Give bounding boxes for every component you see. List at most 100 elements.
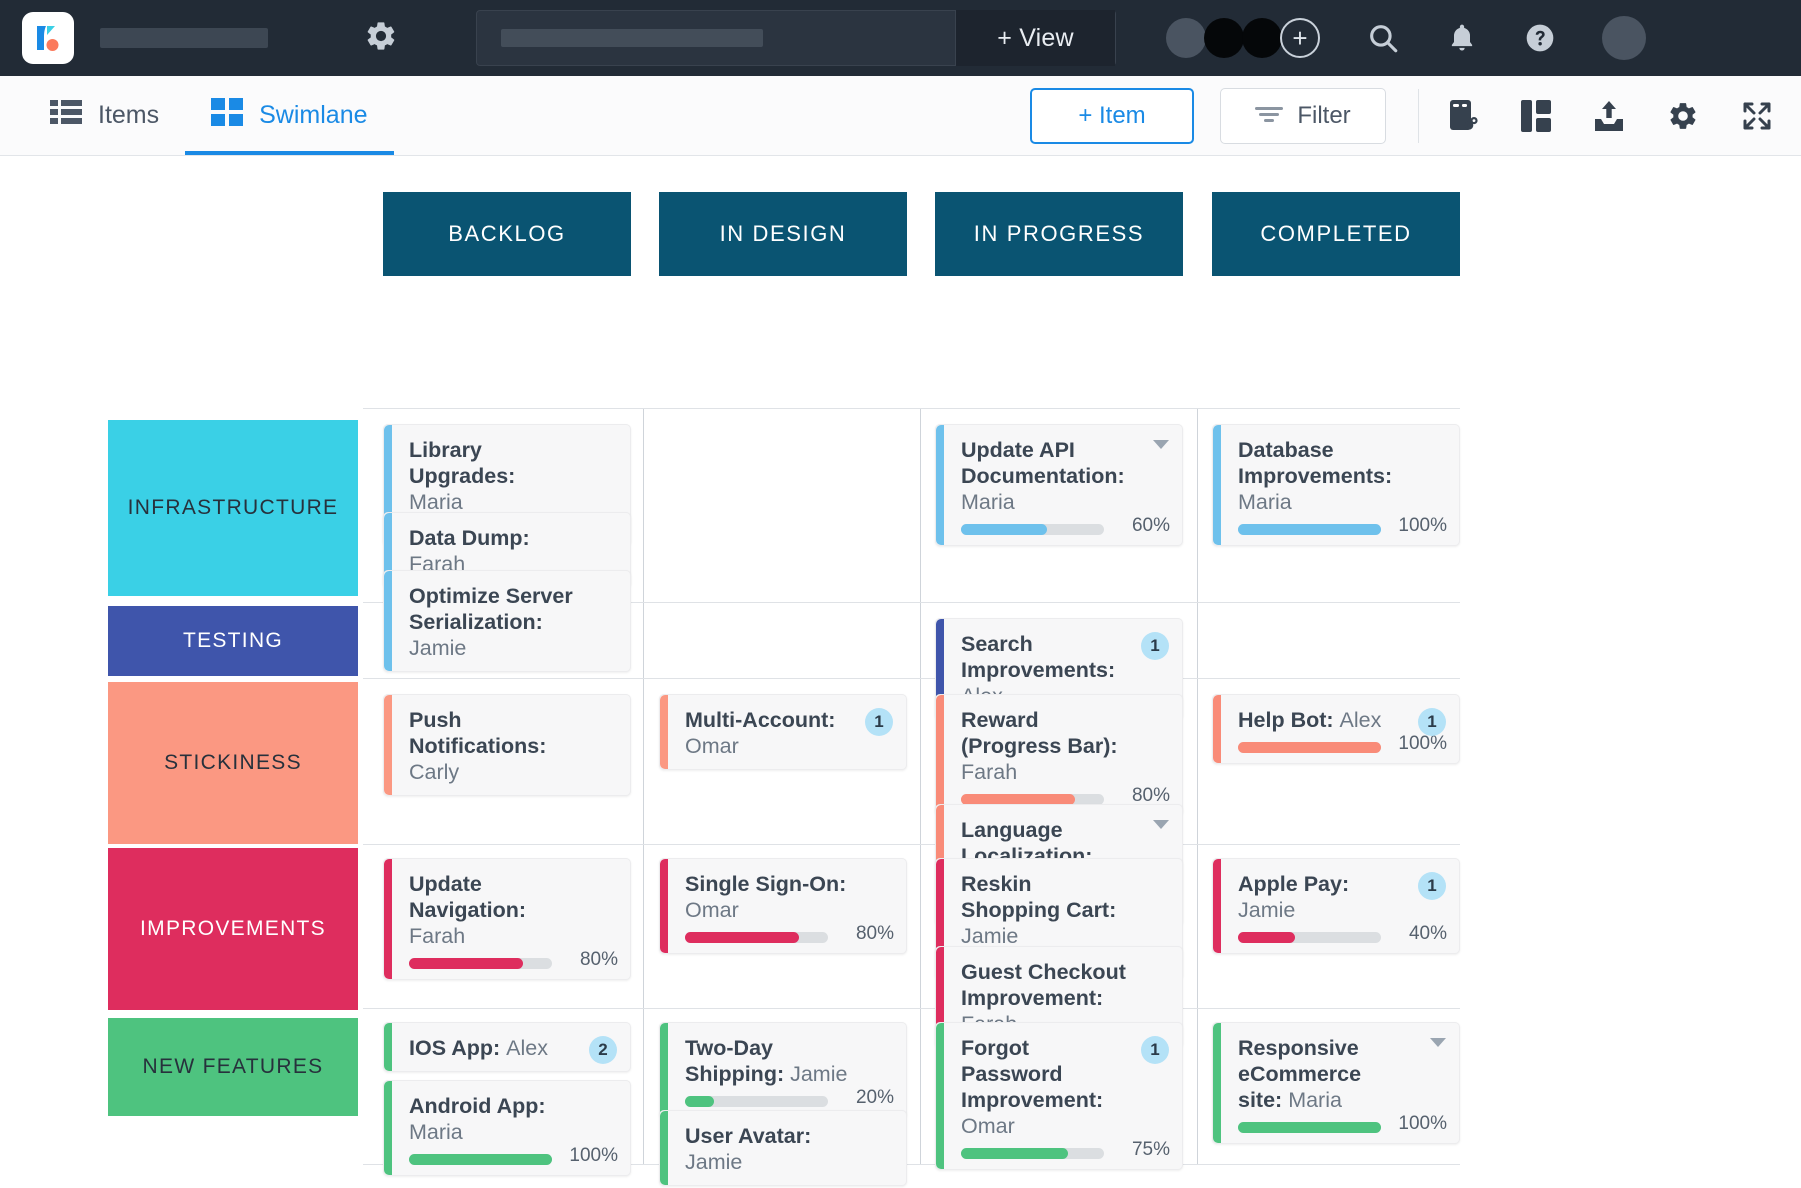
column-header-label: COMPLETED <box>1260 221 1411 247</box>
card-count-badge: 1 <box>1418 872 1446 900</box>
card-count-badge: 1 <box>1418 708 1446 736</box>
bell-icon[interactable] <box>1446 22 1478 54</box>
filter-button[interactable]: Filter <box>1220 88 1386 144</box>
add-item-button[interactable]: + Item <box>1030 88 1194 144</box>
board-card[interactable]: 100%Help Bot: Alex1 <box>1212 694 1460 764</box>
card-progress-bar <box>1238 524 1381 535</box>
split-panel-icon[interactable] <box>1521 100 1551 132</box>
lane-label-stickiness[interactable]: STICKINESS <box>108 682 358 844</box>
board-card[interactable]: 100%Database Improvements: Maria <box>1212 424 1460 546</box>
lane-separator <box>363 408 1460 409</box>
card-progress-bar <box>685 932 828 943</box>
card-progress-label: 20% <box>856 1087 894 1109</box>
tab-swimlane-label: Swimlane <box>259 101 367 130</box>
board-card[interactable]: 75%Forgot Password Improvement: Omar1 <box>935 1022 1183 1170</box>
card-link-icon[interactable] <box>1447 99 1479 133</box>
card-progress-label: 100% <box>569 1145 618 1167</box>
lane-label-text: IMPROVEMENTS <box>140 917 326 941</box>
column-separator <box>920 408 921 1164</box>
card-progress-bar <box>961 1148 1104 1159</box>
search-bar[interactable]: + View <box>476 10 1116 66</box>
column-header-in-design[interactable]: IN DESIGN <box>659 192 907 276</box>
add-member-button[interactable]: + <box>1280 18 1320 58</box>
grid-icon <box>211 98 243 133</box>
view-toolbar: Items Swimlane + Item <box>0 76 1801 156</box>
board-card[interactable]: 80%Update Navigation: Farah <box>383 858 631 980</box>
card-title: Help Bot: Alex <box>1238 707 1443 733</box>
gear-icon[interactable] <box>1667 100 1699 132</box>
board-card[interactable]: 100%Android App: Maria <box>383 1080 631 1176</box>
board-card[interactable]: 20%Two-Day Shipping: Jamie <box>659 1022 907 1118</box>
add-view-button[interactable]: + View <box>955 10 1115 66</box>
user-avatar[interactable] <box>1602 16 1646 60</box>
card-progress-fill <box>685 932 799 943</box>
column-header-backlog[interactable]: BACKLOG <box>383 192 631 276</box>
card-title: Library Upgrades: Maria <box>409 437 614 515</box>
column-separator <box>643 408 644 1164</box>
card-assignee: Maria <box>1238 490 1292 514</box>
card-title: Apple Pay: Jamie <box>1238 871 1443 923</box>
card-assignee: Jamie <box>409 636 466 660</box>
card-title: Update API Documentation: Maria <box>961 437 1166 515</box>
board-card[interactable]: 40%Apple Pay: Jamie1 <box>1212 858 1460 954</box>
card-title: Reskin Shopping Cart: Jamie <box>961 871 1166 949</box>
avatar[interactable] <box>1204 18 1244 58</box>
chevron-down-icon[interactable] <box>1153 820 1169 829</box>
card-count-badge: 1 <box>865 708 893 736</box>
card-color-stripe <box>660 695 668 769</box>
lane-label-new-features[interactable]: NEW FEATURES <box>108 1018 358 1116</box>
card-count-badge: 1 <box>1141 632 1169 660</box>
chevron-down-icon[interactable] <box>1153 440 1169 449</box>
card-title: Database Improvements: Maria <box>1238 437 1443 515</box>
swimlane-board: BACKLOG IN DESIGN IN PROGRESS COMPLETED INF… <box>0 156 1801 1188</box>
avatar[interactable] <box>1242 18 1282 58</box>
lane-label-testing[interactable]: TESTING <box>108 606 358 676</box>
board-card[interactable]: 60%Update API Documentation: Maria <box>935 424 1183 546</box>
board-card[interactable]: Multi-Account: Omar1 <box>659 694 907 770</box>
lane-label-infrastructure[interactable]: INFRASTRUCTURE <box>108 420 358 596</box>
card-assignee: Omar <box>685 898 739 922</box>
card-progress-bar <box>409 1154 552 1165</box>
card-title: IOS App: Alex <box>409 1035 614 1061</box>
card-assignee: Jamie <box>1238 898 1295 922</box>
card-color-stripe <box>660 1023 668 1117</box>
card-color-stripe <box>384 859 392 979</box>
card-progress-label: 100% <box>1398 733 1447 755</box>
expand-icon[interactable] <box>1741 100 1773 132</box>
board-card[interactable]: Push Notifications: Carly <box>383 694 631 796</box>
top-bar: + View + <box>0 0 1801 76</box>
board-card[interactable]: User Avatar: Jamie <box>659 1110 907 1186</box>
board-title-placeholder <box>100 28 268 48</box>
card-progress-fill <box>1238 932 1295 943</box>
search-input-placeholder[interactable] <box>501 29 763 47</box>
top-icon-group <box>1366 21 1556 55</box>
board-card[interactable]: IOS App: Alex2 <box>383 1022 631 1072</box>
app-logo[interactable] <box>22 12 74 64</box>
card-title: Reward (Progress Bar): Farah <box>961 707 1166 785</box>
avatar[interactable] <box>1166 18 1206 58</box>
search-icon[interactable] <box>1366 21 1400 55</box>
upload-icon[interactable] <box>1593 100 1625 132</box>
gear-icon[interactable] <box>364 19 398 58</box>
column-header-in-progress[interactable]: IN PROGRESS <box>935 192 1183 276</box>
column-header-completed[interactable]: COMPLETED <box>1212 192 1460 276</box>
board-card[interactable]: Optimize Server Serialization: Jamie <box>383 570 631 672</box>
help-icon[interactable] <box>1524 22 1556 54</box>
board-card[interactable]: 100%Responsive eCommerce site: Maria <box>1212 1022 1460 1144</box>
tab-items[interactable]: Items <box>24 76 185 155</box>
lane-label-improvements[interactable]: IMPROVEMENTS <box>108 848 358 1010</box>
card-title: Two-Day Shipping: Jamie <box>685 1035 890 1087</box>
card-assignee: Farah <box>961 760 1017 784</box>
column-header-label: IN DESIGN <box>720 221 847 247</box>
tab-swimlane[interactable]: Swimlane <box>185 76 393 155</box>
card-progress-bar <box>1238 742 1381 753</box>
card-assignee: Omar <box>961 1114 1015 1138</box>
board-card[interactable]: 80%Single Sign-On: Omar <box>659 858 907 954</box>
view-tabs: Items Swimlane <box>24 76 394 155</box>
toolbar-icon-group <box>1447 99 1779 133</box>
toolbar-divider <box>1418 89 1419 143</box>
lane-label-text: TESTING <box>183 629 283 653</box>
board-card[interactable]: 80%Reward (Progress Bar): Farah <box>935 694 1183 816</box>
chevron-down-icon[interactable] <box>1430 1038 1446 1047</box>
card-progress-label: 80% <box>580 949 618 971</box>
